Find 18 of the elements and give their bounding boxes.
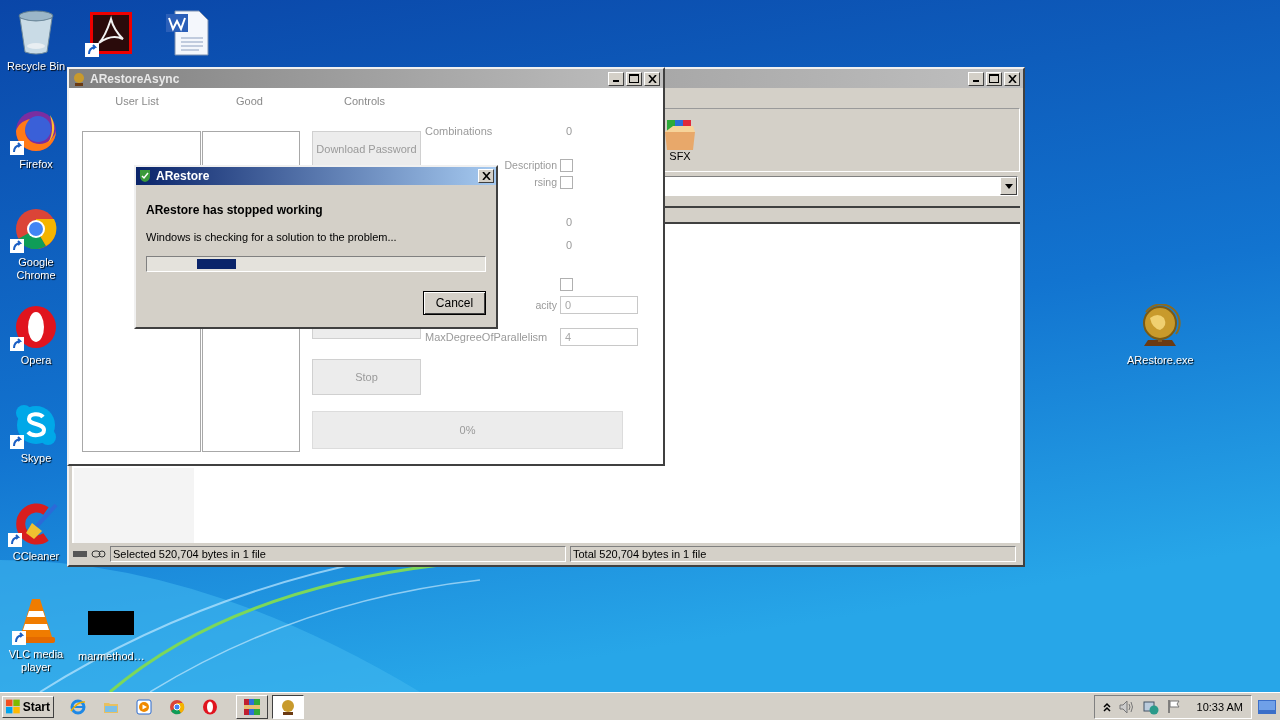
dialog-heading: ARestore has stopped working <box>146 203 323 217</box>
setting-label: acity <box>535 299 557 311</box>
dialog-message: Windows is checking for a solution to the problem... <box>146 231 397 243</box>
setting-value: 0 <box>565 215 573 230</box>
setting-value: 0 <box>565 238 573 253</box>
status-text: Total 520,704 bytes in 1 file <box>570 546 1016 562</box>
setting-value: 0 <box>565 124 573 139</box>
setting-label: rsing <box>534 176 557 188</box>
status-text: Selected 520,704 bytes in 1 file <box>110 546 566 562</box>
dialog-title: ARestore <box>156 169 210 183</box>
window-title: ARestoreAsync <box>90 71 180 86</box>
setting-label: Description <box>504 159 557 171</box>
column-label: User List <box>114 94 160 109</box>
setting-label: MaxDegreeOfParallelism <box>425 331 548 343</box>
clock: 10:33 AM <box>1196 700 1243 713</box>
column-label: Controls <box>343 94 386 109</box>
setting-label: Combinations <box>425 125 493 137</box>
column-label: Good <box>235 94 264 109</box>
